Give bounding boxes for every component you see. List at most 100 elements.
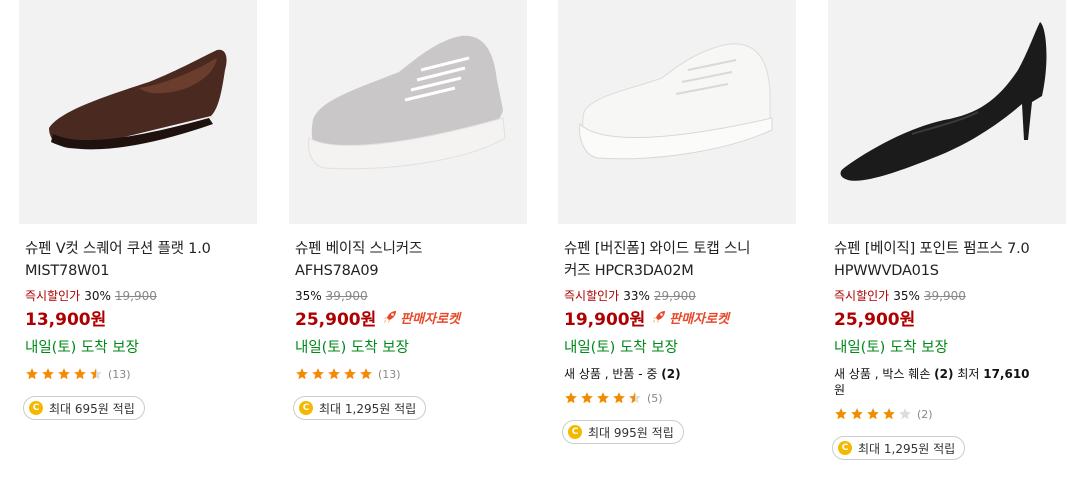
star-icon [312, 368, 324, 380]
brown-flat-shoe-icon [49, 49, 227, 150]
sale-price: 25,900원 [834, 309, 916, 330]
sale-price: 13,900원 [25, 309, 107, 330]
product-name[interactable]: 슈펜 [버진폼] 와이드 토캡 스니 커즈 HPCR3DA02M [558, 238, 796, 282]
star-icon [899, 408, 911, 420]
star-icon [867, 408, 879, 420]
product-name-line2: MIST78W01 [25, 263, 110, 279]
star-icon [344, 368, 356, 380]
review-count: (13) [378, 367, 401, 381]
rating: (13) [19, 366, 257, 382]
original-price: 39,900 [325, 289, 368, 303]
cashback-badge: C 최대 995원 적립 [562, 420, 684, 444]
star-icon [851, 408, 863, 420]
review-count: (2) [917, 407, 933, 421]
product-name-line1: 슈펜 V컷 스퀘어 쿠션 플랫 1.0 [25, 241, 211, 257]
discount-rate: 35% [893, 289, 920, 303]
rocket-icon [384, 311, 397, 323]
star-icon [565, 392, 577, 404]
star-icon [883, 408, 895, 420]
coin-icon: C [29, 401, 43, 415]
star-icon [328, 368, 340, 380]
coin-icon: C [568, 425, 582, 439]
sale-price: 19,900원 [564, 309, 646, 330]
black-pump-heel-icon [840, 22, 1047, 181]
star-icon [581, 392, 593, 404]
sale-price: 25,900원 [295, 309, 377, 330]
discount-rate: 33% [623, 289, 650, 303]
rating: (5) [558, 390, 796, 406]
price-row: 19,900원 판매자로켓 [558, 305, 796, 330]
star-icon [74, 368, 86, 380]
rocket-label: 판매자로켓 [669, 311, 730, 327]
cashback-badge: C 최대 695원 적립 [23, 396, 145, 420]
other-seller-info[interactable]: 새 상품 , 박스 훼손 (2) 최저 17,610 원 [828, 366, 1066, 398]
discount-row: 즉시할인가 35% 39,900 [828, 288, 1066, 304]
product-card[interactable]: 슈펜 [버진폼] 와이드 토캡 스니 커즈 HPCR3DA02M 즉시할인가 3… [558, 0, 796, 444]
product-image[interactable] [828, 0, 1066, 224]
original-price: 39,900 [923, 289, 966, 303]
delivery-badge: 내일(토) 도착 보장 [834, 340, 948, 356]
rocket-icon [653, 311, 666, 323]
star-icon [90, 368, 102, 380]
star-icon [360, 368, 372, 380]
product-image[interactable] [19, 0, 257, 224]
product-name-line1: 슈펜 [버진폼] 와이드 토캡 스니 [564, 241, 751, 257]
product-name-line2: HPWWVDA01S [834, 263, 939, 279]
white-sneaker-icon [579, 43, 773, 160]
seller-rocket-badge: 판매자로켓 [651, 308, 729, 327]
cashback-text: 최대 695원 적립 [49, 401, 135, 416]
review-count: (5) [647, 391, 663, 405]
delivery-badge: 내일(토) 도착 보장 [295, 340, 409, 356]
review-count: (13) [108, 367, 131, 381]
instant-discount-label: 즉시할인가 [564, 289, 620, 303]
discount-rate: 35% [295, 289, 322, 303]
product-name-line1: 슈펜 베이직 스니커즈 [295, 241, 423, 257]
product-grid: 슈펜 V컷 스퀘어 쿠션 플랫 1.0 MIST78W01 즉시할인가 30% … [0, 0, 1071, 483]
star-icon [835, 408, 847, 420]
delivery-badge: 내일(토) 도착 보장 [564, 340, 678, 356]
product-card[interactable]: 슈펜 [베이직] 포인트 펌프스 7.0 HPWWVDA01S 즉시할인가 35… [828, 0, 1066, 460]
cashback-text: 최대 1,295원 적립 [319, 401, 417, 416]
product-name-line2: AFHS78A09 [295, 263, 379, 279]
other-seller-info-line2: 원 [834, 383, 846, 397]
star-icon [597, 392, 609, 404]
original-price: 29,900 [653, 289, 696, 303]
price-row: 13,900원 [19, 305, 257, 330]
rating: (13) [289, 366, 527, 382]
rating: (2) [828, 406, 1066, 422]
seller-rocket-badge: 판매자로켓 [382, 308, 460, 327]
other-seller-info-line1: 새 상품 , 박스 훼손 (2) 최저 17,610 [834, 367, 1030, 381]
rocket-label: 판매자로켓 [400, 311, 461, 327]
product-card[interactable]: 슈펜 베이직 스니커즈 AFHS78A09 35% 39,900 25,900원… [289, 0, 527, 420]
discount-row: 즉시할인가 33% 29,900 [558, 288, 796, 304]
instant-discount-label: 즉시할인가 [25, 289, 81, 303]
other-seller-info[interactable]: 새 상품 , 반품 - 중 (2) [558, 366, 796, 382]
product-name[interactable]: 슈펜 [베이직] 포인트 펌프스 7.0 HPWWVDA01S [828, 238, 1066, 282]
cashback-badge: C 최대 1,295원 적립 [832, 436, 966, 460]
product-name[interactable]: 슈펜 베이직 스니커즈 AFHS78A09 [289, 238, 527, 282]
product-name[interactable]: 슈펜 V컷 스퀘어 쿠션 플랫 1.0 MIST78W01 [19, 238, 257, 282]
cashback-text: 최대 1,295원 적립 [858, 441, 956, 456]
product-image[interactable] [558, 0, 796, 224]
product-name-line2: 커즈 HPCR3DA02M [564, 263, 694, 279]
product-image[interactable] [289, 0, 527, 224]
discount-row: 35% 39,900 [289, 288, 527, 304]
discount-rate: 30% [84, 289, 111, 303]
cashback-text: 최대 995원 적립 [588, 425, 674, 440]
star-icon [58, 368, 70, 380]
grey-sneaker-icon [308, 35, 506, 170]
original-price: 19,900 [114, 289, 157, 303]
price-row: 25,900원 [828, 305, 1066, 330]
star-icon [296, 368, 308, 380]
product-card[interactable]: 슈펜 V컷 스퀘어 쿠션 플랫 1.0 MIST78W01 즉시할인가 30% … [19, 0, 257, 420]
price-row: 25,900원 판매자로켓 [289, 305, 527, 330]
star-icon [613, 392, 625, 404]
star-icon [42, 368, 54, 380]
star-icon [629, 392, 641, 404]
product-name-line1: 슈펜 [베이직] 포인트 펌프스 7.0 [834, 241, 1030, 257]
coin-icon: C [838, 441, 852, 455]
discount-row: 즉시할인가 30% 19,900 [19, 288, 257, 304]
star-icon [26, 368, 38, 380]
instant-discount-label: 즉시할인가 [834, 289, 890, 303]
cashback-badge: C 최대 1,295원 적립 [293, 396, 427, 420]
